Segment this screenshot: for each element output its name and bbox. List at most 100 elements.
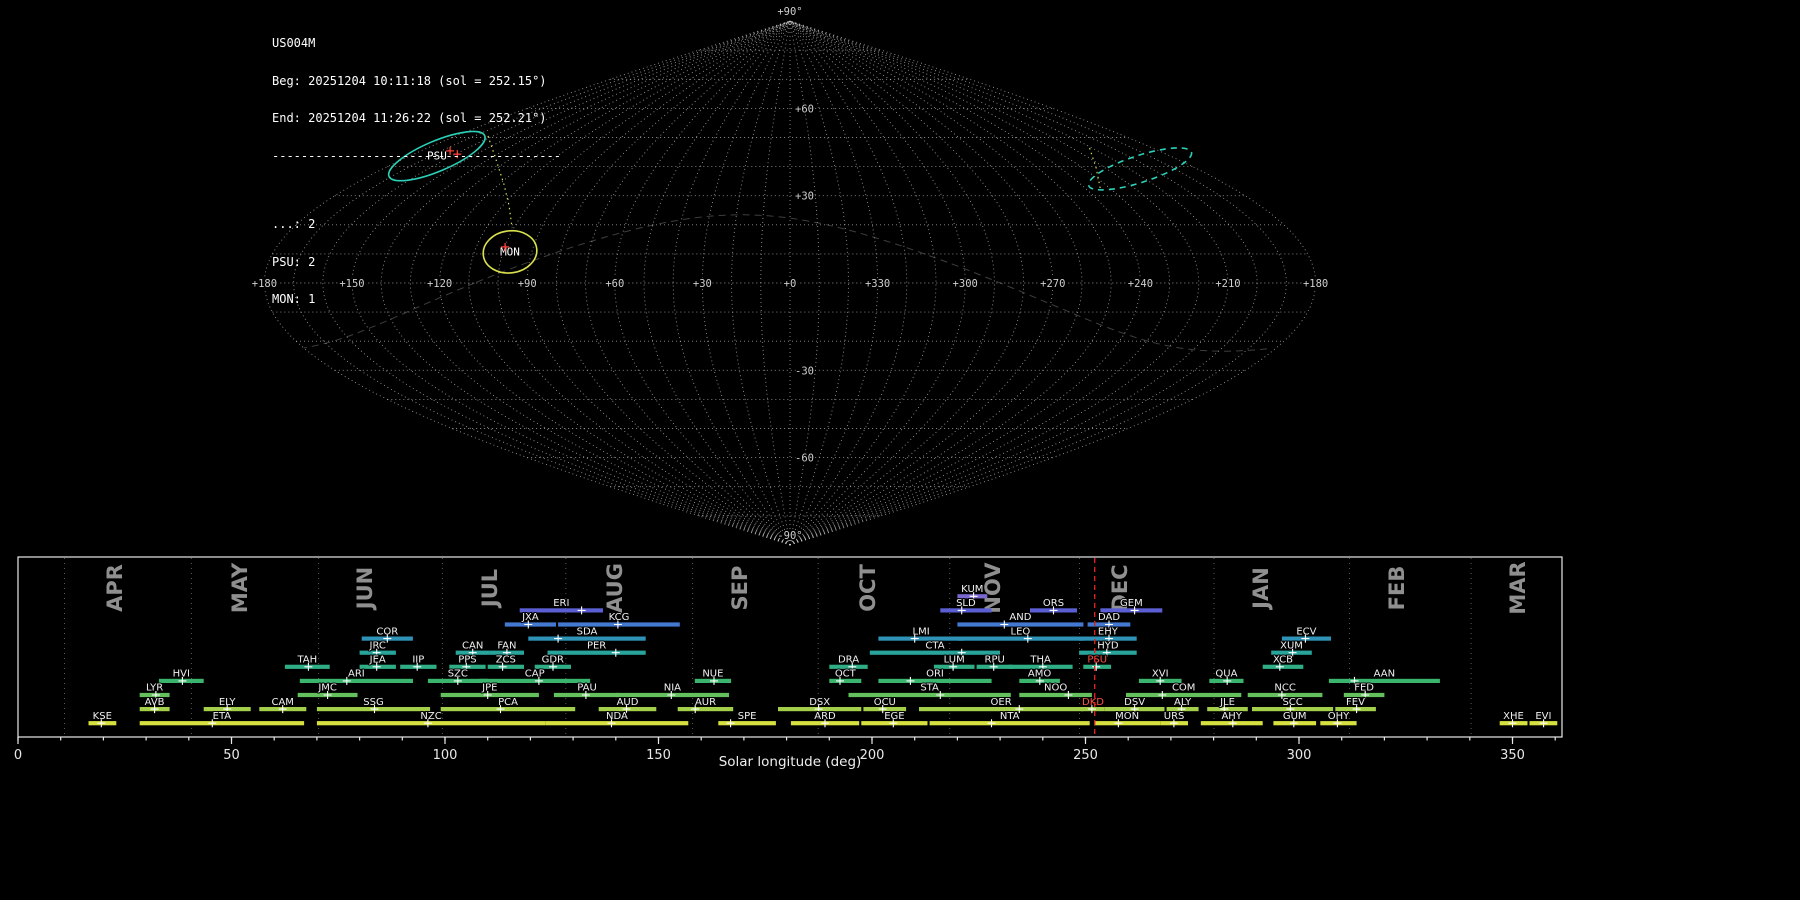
month-label: MAR (1506, 561, 1530, 614)
axis-tick-label: 0 (14, 748, 22, 763)
map-longitude-label: +210 (1215, 278, 1240, 290)
shower-label: OER (991, 697, 1012, 708)
shower-label: SDA (577, 626, 598, 637)
shower-label: JEA (369, 655, 386, 666)
shower-AVB: AVB (139, 696, 170, 714)
shower-label: SPE (738, 711, 757, 722)
shower-label: XUM (1280, 640, 1303, 651)
station-id: US004M (272, 36, 316, 50)
shower-SZC: SZC (427, 668, 488, 685)
shower-OHY: OHY (1320, 710, 1357, 728)
shower-SPE: SPE (718, 710, 776, 728)
shower-label: ZCS (496, 655, 516, 666)
shower-label: THA (1029, 655, 1051, 666)
map-latitude-label: -90° (777, 530, 802, 542)
shower-EVI: EVI (1529, 710, 1558, 728)
shower-label: OCU (874, 697, 896, 708)
shower-label: NCC (1274, 683, 1295, 694)
shower-label: AUR (695, 697, 716, 708)
shower-label: AND (1009, 612, 1031, 623)
map-meridian (526, 20, 791, 546)
shower-label: LYR (146, 683, 163, 694)
separator-line: ---------------------------------------- (272, 148, 561, 163)
shower-XCB: XCB (1262, 654, 1304, 671)
shower-LMI: LMI (878, 625, 964, 643)
peak-marker (611, 648, 620, 657)
radiant-ellipse (1087, 147, 1193, 191)
shower-label: KCG (609, 612, 630, 623)
shower-label: NZC (420, 711, 441, 722)
shower-CTA: CTA (869, 639, 1000, 657)
axis-tick-label: 250 (1073, 748, 1098, 763)
shower-label: KSE (93, 711, 112, 722)
shower-label: ERI (553, 598, 569, 609)
peak-marker (1000, 620, 1009, 629)
shower-label: SCC (1282, 697, 1302, 708)
map-latitude-label: +30 (795, 191, 814, 203)
shower-label: PCA (498, 697, 518, 708)
shower-CAM: CAM (259, 696, 307, 714)
radiant-map-screen: Solar longitude (deg) +180 +150 +120 +90 +60… (0, 0, 1800, 900)
month-label: JAN (1249, 567, 1273, 611)
shower-label: AUD (617, 697, 639, 708)
shower-label: COM (1172, 683, 1195, 694)
shower-GUM: GUM (1273, 710, 1317, 728)
shower-label: AAN (1374, 669, 1395, 680)
shower-label: ECV (1296, 626, 1316, 637)
count-sporadic: ...: 2 (272, 217, 316, 231)
shower-TAH: TAH (284, 654, 330, 671)
shower-label: LUM (944, 655, 965, 666)
shower-AAN: AAN (1328, 668, 1440, 685)
map-longitude-label: +240 (1128, 278, 1153, 290)
shower-RPU: RPU (976, 654, 1013, 671)
shower-LEO: LEO (957, 625, 1084, 643)
shower-IIP: IIP (400, 654, 437, 671)
map-latitude-label: +90° (777, 6, 802, 18)
shower-NUE: NUE (694, 668, 732, 685)
shower-DKD: DKD (1081, 696, 1105, 714)
session-begin: Beg: 20251204 10:11:18 (sol = 252.15°) (272, 73, 547, 88)
peak-marker (1158, 691, 1167, 699)
shower-label: PAU (577, 683, 597, 694)
shower-label: NDA (606, 711, 628, 722)
count-mon: MON: 1 (272, 292, 316, 306)
shower-label: PER (587, 640, 606, 651)
shower-label: AHY (1221, 711, 1242, 722)
shower-JMC: JMC (297, 682, 358, 699)
shower-ETA: ETA (139, 710, 305, 728)
map-longitude-label: +180 (1303, 278, 1328, 290)
meteor-counts: ...: 2 PSU: 2 MON: 1 (272, 193, 561, 331)
shower-label: FEV (1346, 697, 1365, 708)
shower-label: GEM (1120, 598, 1143, 609)
shower-label: SSG (363, 697, 383, 708)
shower-JEA: JEA (359, 654, 396, 671)
shower-ORS: ORS (1030, 597, 1077, 615)
shower-EGE: EGE (861, 710, 928, 728)
shower-PSU: PSU (1083, 654, 1112, 671)
shower-AUR: AUR (677, 696, 734, 714)
month-label: OCT (856, 564, 880, 612)
shower-JPE: JPE (440, 682, 539, 699)
axis-tick-label: 300 (1287, 748, 1312, 763)
shower-XHE: XHE (1499, 710, 1528, 728)
month-label: JUN (353, 567, 377, 611)
shower-ARD: ARD (790, 710, 860, 728)
shower-PCA: PCA (440, 696, 576, 714)
peak-marker (987, 719, 996, 728)
map-meridian (789, 20, 1083, 546)
shower-label: HYD (1097, 640, 1119, 651)
map-meridian (789, 20, 1054, 546)
peak-marker (577, 606, 586, 615)
shower-label: XCB (1273, 655, 1293, 666)
shower-label: XHE (1503, 711, 1524, 722)
shower-label: PPS (458, 655, 476, 666)
shower-label: CTA (925, 640, 944, 651)
shower-NDA: NDA (545, 710, 689, 728)
shower-HVI: HVI (158, 668, 204, 685)
shower-SSG: SSG (316, 696, 431, 714)
shower-AHY: AHY (1200, 710, 1263, 728)
axis-tick-label: 150 (646, 748, 671, 763)
shower-label: ARI (348, 669, 365, 680)
shower-label: KUM (961, 584, 983, 595)
shower-JXA: JXA (504, 611, 556, 629)
